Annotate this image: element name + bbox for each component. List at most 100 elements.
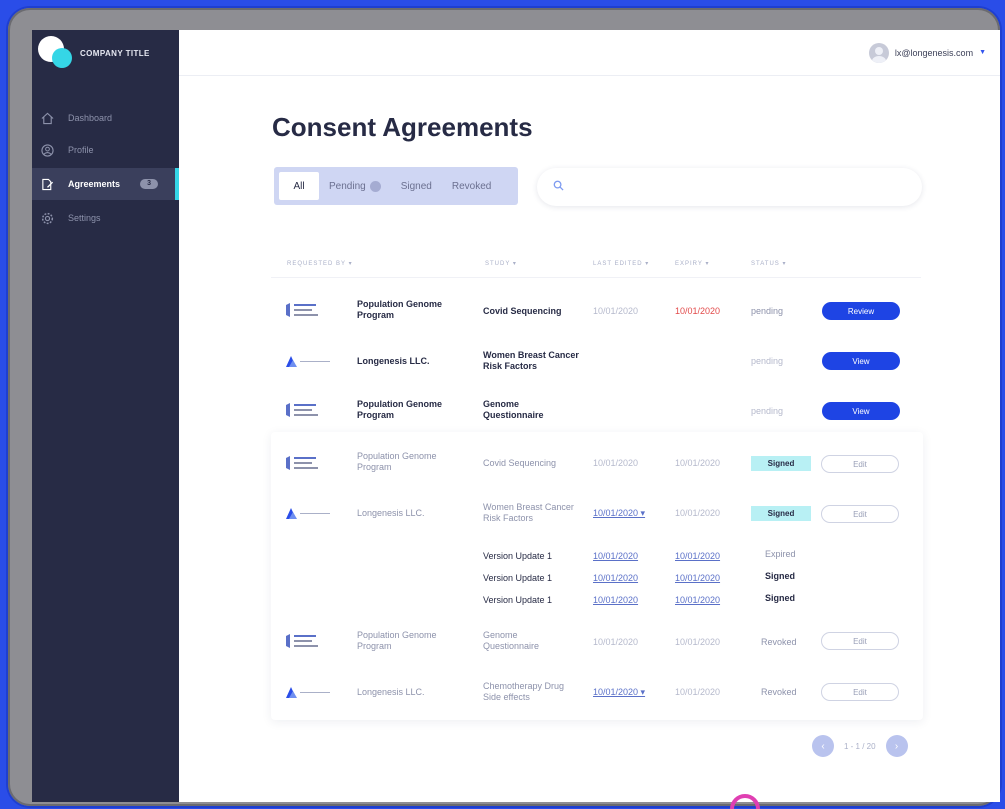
study-name: Women Breast Cancer Risk Factors (483, 502, 574, 523)
status-badge: Signed (751, 456, 811, 471)
table-row[interactable]: Longenesis LLC. Women Breast Cancer Risk… (271, 488, 921, 538)
table-row[interactable]: Population Genome Program Genome Questio… (271, 616, 921, 666)
population-genome-logo (286, 634, 318, 648)
last-edited: 10/01/2020 (593, 458, 639, 468)
tab-label: Pending (329, 180, 366, 192)
tab-revoked[interactable]: Revoked (442, 172, 501, 200)
document-edit-icon (40, 177, 54, 191)
main-content: lx@longenesis.com ▼ Consent Agreements A… (179, 30, 1000, 802)
col-requested-by[interactable]: REQUESTED BY ▾ (287, 260, 353, 267)
table-row[interactable]: Longenesis LLC. Chemotherapy Drug Side e… (271, 668, 921, 718)
table-row[interactable]: Population Genome Program Genome Questio… (271, 386, 921, 436)
edit-button[interactable]: Edit (821, 505, 899, 523)
longenesis-logo (286, 687, 330, 698)
population-genome-logo (286, 456, 318, 470)
tab-all[interactable]: All (279, 172, 319, 200)
col-last-edited[interactable]: LAST EDITED ▾ (593, 260, 649, 267)
status-filter-tabs: All Pending Signed Revoked (274, 167, 518, 205)
search-input[interactable] (572, 181, 892, 193)
version-row[interactable]: Version Update 1 10/01/2020 10/01/2020 E… (271, 546, 921, 568)
version-expiry[interactable]: 10/01/2020 (675, 595, 720, 606)
sidebar-item-dashboard[interactable]: Dashboard (32, 102, 179, 134)
status-text: Revoked (761, 637, 797, 647)
sidebar-item-label: Settings (68, 213, 101, 223)
study-name: Genome Questionnaire (483, 630, 540, 651)
gear-icon (40, 211, 54, 225)
pending-count-dot (369, 180, 381, 192)
avatar (868, 42, 889, 63)
topbar: lx@longenesis.com ▼ (179, 30, 1000, 76)
expiry-date: 10/01/2020 (675, 508, 721, 518)
sidebar-item-label: Agreements (68, 179, 121, 189)
edit-button[interactable]: Edit (821, 455, 899, 473)
page-title: Consent Agreements (272, 112, 533, 142)
tab-pending[interactable]: Pending (319, 172, 391, 200)
version-status: Expired (765, 549, 796, 559)
version-row[interactable]: Version Update 1 10/01/2020 10/01/2020 S… (271, 568, 921, 590)
requester-name: Longenesis LLC. (357, 687, 425, 697)
last-edited-expand[interactable]: 10/01/2020 ▾ (593, 687, 645, 698)
requester-name: Population Genome Program (357, 451, 437, 472)
version-label: Version Update 1 (483, 573, 553, 583)
brand: COMPANY TITLE (38, 36, 150, 70)
requester-name: Population Genome Program (357, 399, 443, 420)
sidebar: COMPANY TITLE Dashboard Profile Agreemen… (32, 30, 179, 802)
sidebar-item-agreements[interactable]: Agreements 3 (32, 168, 179, 200)
search-icon (553, 178, 564, 196)
search-box (537, 168, 922, 206)
requester-name: Population Genome Program (357, 630, 437, 651)
last-edited-expand[interactable]: 10/01/2020 ▾ (593, 508, 645, 519)
version-row[interactable]: Version Update 1 10/01/2020 10/01/2020 S… (271, 590, 921, 612)
status-text: pending (751, 306, 784, 316)
tab-signed[interactable]: Signed (391, 172, 442, 200)
col-expiry[interactable]: EXPIRY ▾ (675, 260, 709, 267)
version-last-edited[interactable]: 10/01/2020 (593, 551, 638, 562)
sidebar-item-label: Profile (68, 145, 94, 155)
col-status[interactable]: STATUS ▾ (751, 260, 786, 267)
table-row[interactable]: Population Genome Program Covid Sequenci… (271, 286, 921, 336)
next-page-button[interactable]: › (885, 735, 908, 757)
prev-page-button[interactable]: ‹ (812, 735, 834, 757)
pagination: ‹ 1 - 1 / 20 › (812, 735, 908, 757)
study-name: Chemotherapy Drug Side effects (483, 681, 565, 702)
version-expiry[interactable]: 10/01/2020 (675, 573, 720, 584)
col-study[interactable]: STUDY ▾ (485, 260, 517, 267)
status-text: pending (751, 406, 784, 416)
sidebar-item-settings[interactable]: Settings (32, 202, 179, 234)
page-indicator: 1 - 1 / 20 (844, 741, 876, 751)
version-last-edited[interactable]: 10/01/2020 (593, 573, 638, 584)
requester-name: Population Genome Program (357, 299, 443, 320)
sidebar-item-profile[interactable]: Profile (32, 134, 179, 166)
version-label: Version Update 1 (483, 551, 553, 561)
longenesis-logo (286, 508, 330, 519)
requester-name: Longenesis LLC. (357, 508, 425, 518)
chevron-left-icon: ‹ (821, 740, 825, 752)
edit-button[interactable]: Edit (821, 683, 899, 701)
study-name: Genome Questionnaire (483, 399, 544, 420)
table-row[interactable]: Longenesis LLC. Women Breast Cancer Risk… (271, 336, 921, 386)
agreements-count-badge: 3 (140, 179, 159, 189)
version-expiry[interactable]: 10/01/2020 (675, 551, 720, 562)
table-row[interactable]: Population Genome Program Covid Sequenci… (271, 438, 921, 488)
review-button[interactable]: Review (822, 302, 900, 320)
company-logo (38, 36, 72, 70)
version-label: Version Update 1 (483, 595, 553, 605)
view-button[interactable]: View (822, 402, 900, 420)
last-edited: 10/01/2020 (593, 306, 639, 316)
population-genome-logo (286, 403, 318, 417)
user-circle-icon (40, 143, 54, 157)
study-name: Women Breast Cancer Risk Factors (483, 350, 579, 371)
expiry-date: 10/01/2020 (675, 637, 721, 647)
version-last-edited[interactable]: 10/01/2020 (593, 595, 638, 606)
last-edited: 10/01/2020 (593, 637, 639, 647)
app-screen: COMPANY TITLE Dashboard Profile Agreemen… (32, 30, 1000, 802)
user-menu[interactable]: lx@longenesis.com ▼ (868, 42, 986, 63)
chevron-right-icon: › (894, 740, 899, 752)
home-icon (40, 111, 54, 125)
sidebar-nav: Dashboard Profile Agreements 3 Settings (32, 102, 179, 234)
view-button[interactable]: View (822, 352, 900, 370)
study-name: Covid Sequencing (483, 458, 557, 468)
status-badge: Signed (751, 506, 811, 521)
tablet-frame: COMPANY TITLE Dashboard Profile Agreemen… (8, 8, 1000, 806)
edit-button[interactable]: Edit (821, 632, 899, 650)
